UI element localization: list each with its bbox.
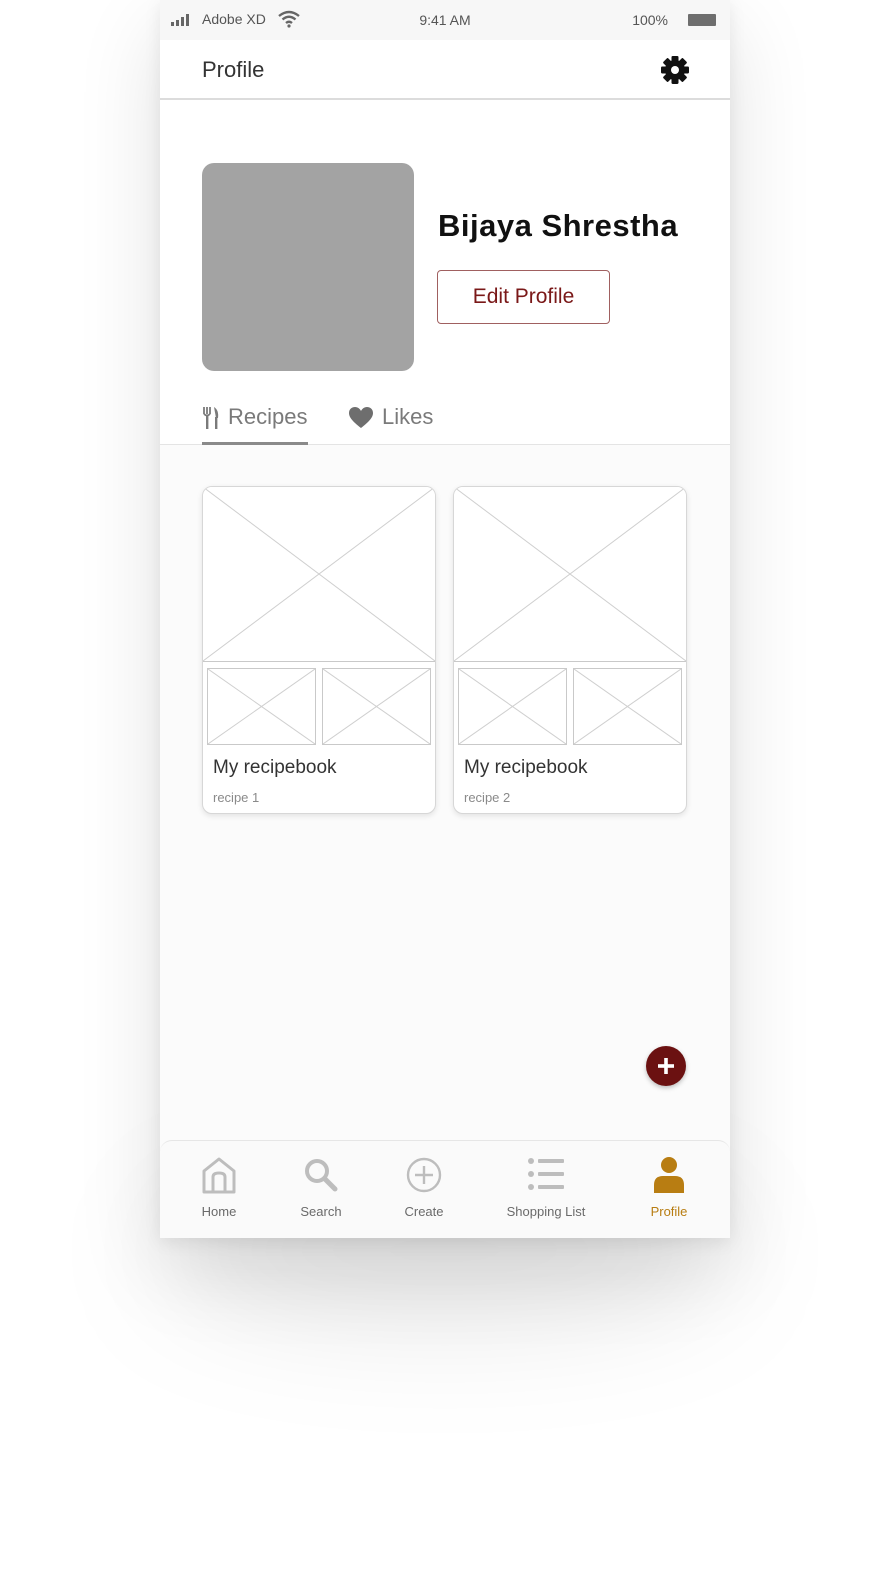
recipebook-card-1[interactable]: My recipebook recipe 1 xyxy=(202,486,436,814)
nav-search[interactable]: Search xyxy=(271,1155,371,1219)
image-placeholder xyxy=(454,487,686,662)
page-title: Profile xyxy=(202,57,265,82)
recipebook-title: My recipebook xyxy=(213,757,337,778)
user-icon xyxy=(654,1157,684,1193)
settings-button[interactable] xyxy=(660,55,690,85)
phone-frame: Adobe XD 9:41 AM 100% Profile Bijaya Shr… xyxy=(160,0,730,1238)
profile-tabs: Recipes Likes xyxy=(160,400,730,445)
home-icon xyxy=(202,1157,236,1194)
stage: Adobe XD 9:41 AM 100% Profile Bijaya Shr… xyxy=(0,0,890,1596)
image-placeholder xyxy=(207,668,316,745)
recipebook-title: My recipebook xyxy=(464,757,588,778)
heart-icon xyxy=(349,407,373,428)
recipebook-subtitle: recipe 2 xyxy=(464,790,511,805)
image-placeholder xyxy=(573,668,682,745)
nav-search-label: Search xyxy=(300,1204,342,1219)
nav-profile[interactable]: Profile xyxy=(619,1155,719,1219)
image-placeholder xyxy=(203,487,435,662)
list-icon xyxy=(528,1158,564,1190)
search-icon xyxy=(305,1159,338,1192)
image-placeholder xyxy=(458,668,567,745)
nav-create-label: Create xyxy=(404,1204,444,1219)
nav-shopping-list[interactable]: Shopping List xyxy=(496,1155,596,1219)
app-header: Profile xyxy=(160,40,730,100)
tab-recipes-label: Recipes xyxy=(228,404,308,429)
profile-avatar[interactable] xyxy=(202,163,414,371)
recipebook-card-2[interactable]: My recipebook recipe 2 xyxy=(453,486,687,814)
nav-profile-label: Profile xyxy=(650,1204,688,1219)
nav-create[interactable]: Create xyxy=(374,1155,474,1219)
status-bar: Adobe XD 9:41 AM 100% xyxy=(160,0,730,40)
fork-knife-icon xyxy=(203,407,219,429)
add-recipebook-button[interactable] xyxy=(646,1046,686,1086)
gear-icon xyxy=(661,56,689,84)
bottom-navigation: Home Search Create Shopping List Profile xyxy=(160,1140,730,1238)
tab-likes-label: Likes xyxy=(382,404,434,429)
recipebook-subtitle: recipe 1 xyxy=(213,790,260,805)
image-placeholder xyxy=(322,668,431,745)
battery-percent: 100% xyxy=(632,12,668,28)
edit-profile-button[interactable]: Edit Profile xyxy=(437,270,610,324)
tab-likes[interactable]: Likes xyxy=(348,400,433,445)
plus-icon xyxy=(658,1058,674,1074)
plus-circle-icon xyxy=(406,1157,442,1193)
profile-section: Bijaya Shrestha Edit Profile xyxy=(160,100,730,445)
profile-name: Bijaya Shrestha xyxy=(438,208,679,243)
battery-icon xyxy=(688,14,716,26)
nav-home-label: Home xyxy=(201,1204,237,1219)
nav-home[interactable]: Home xyxy=(169,1155,269,1219)
nav-shopping-list-label: Shopping List xyxy=(506,1204,586,1219)
tab-recipes[interactable]: Recipes xyxy=(202,400,308,445)
